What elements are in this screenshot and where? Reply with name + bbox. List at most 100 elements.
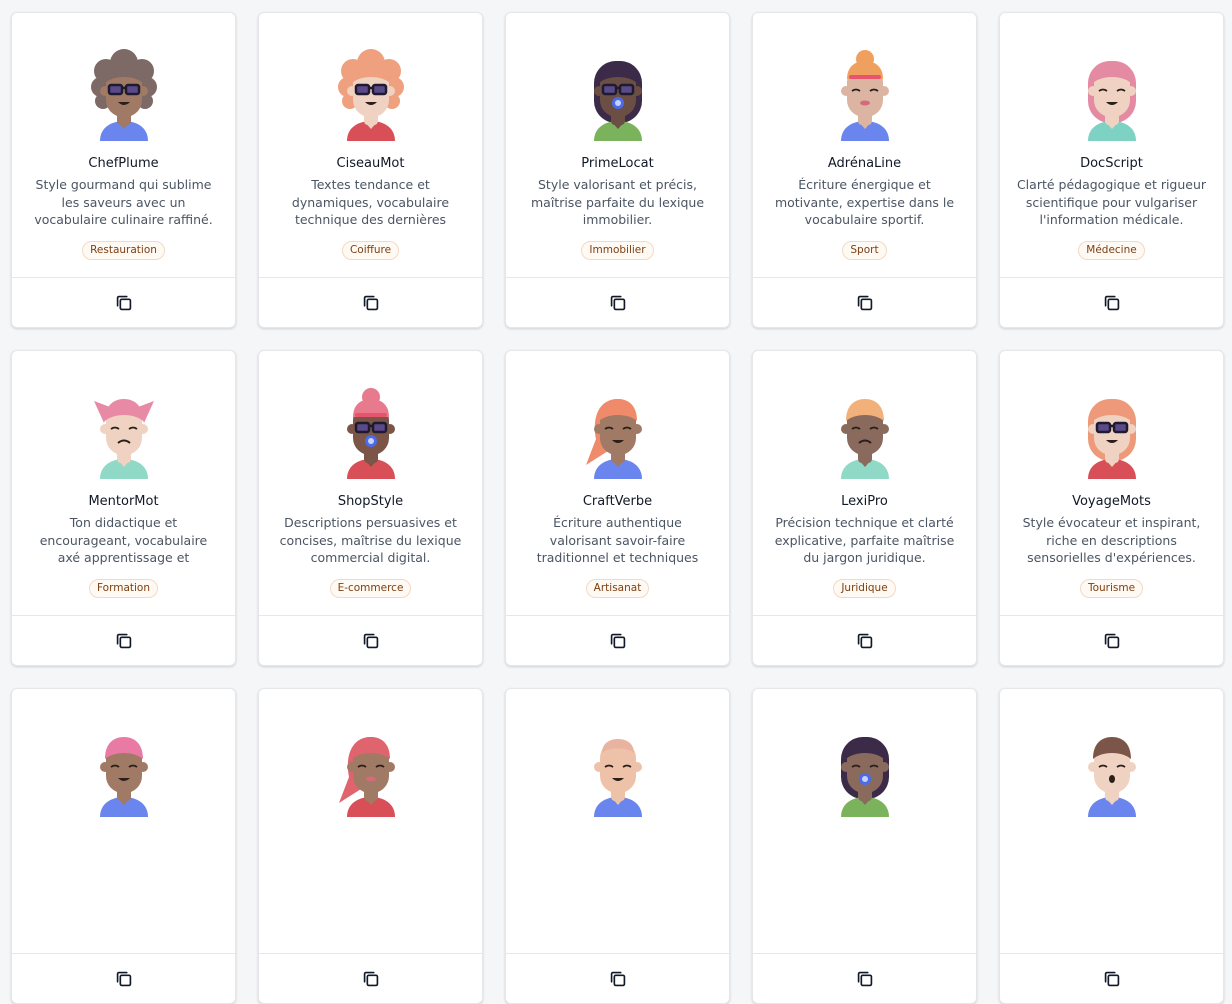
persona-description: Descriptions persuasives et concises, ma… <box>279 515 462 565</box>
copy-button[interactable] <box>259 277 482 327</box>
persona-card[interactable]: DocScript Clarté pédagogique et rigueur … <box>999 12 1224 328</box>
copy-icon <box>363 633 378 648</box>
copy-button[interactable] <box>259 615 482 665</box>
copy-icon <box>857 633 872 648</box>
persona-card[interactable] <box>999 688 1224 1004</box>
avatar-icon <box>585 399 642 479</box>
persona-description: Écriture énergique et motivante, experti… <box>774 177 955 227</box>
copy-button[interactable] <box>1000 615 1223 665</box>
category-tag: Médecine <box>1078 241 1145 260</box>
persona-card[interactable]: MentorMot Ton didactique et encourageant… <box>11 350 236 666</box>
persona-name: CiseauMot <box>336 156 405 171</box>
copy-button[interactable] <box>12 277 235 327</box>
persona-card[interactable]: ShopStyle Descriptions persuasives et co… <box>258 350 483 666</box>
copy-icon <box>116 633 131 648</box>
persona-description: Style valorisant et précis, maîtrise par… <box>530 177 705 227</box>
copy-button[interactable] <box>753 277 976 327</box>
category-tag: Tourisme <box>1079 579 1144 598</box>
copy-button[interactable] <box>506 277 729 327</box>
card-body: PrimeLocat Style valorisant et précis, m… <box>506 13 729 277</box>
avatar-icon <box>93 399 154 479</box>
card-body: MentorMot Ton didactique et encourageant… <box>12 351 235 615</box>
category-tag: Restauration <box>82 241 165 260</box>
copy-icon <box>116 295 131 310</box>
persona-card[interactable]: VoyageMots Style évocateur et inspirant,… <box>999 350 1224 666</box>
persona-description: Style gourmand qui sublime les saveurs a… <box>34 177 213 227</box>
avatar-icon <box>1087 399 1136 479</box>
persona-name: ShopStyle <box>337 494 404 509</box>
card-body: CraftVerbe Écriture authentique valorisa… <box>506 351 729 615</box>
avatar-icon <box>337 49 404 141</box>
copy-button[interactable] <box>753 615 976 665</box>
copy-button[interactable] <box>506 615 729 665</box>
category-tag: Coiffure <box>341 241 400 260</box>
avatar-icon <box>1087 737 1136 817</box>
copy-icon <box>363 295 378 310</box>
persona-name: VoyageMots <box>1072 494 1151 509</box>
persona-card[interactable] <box>258 688 483 1004</box>
avatar-icon <box>593 739 642 817</box>
copy-button[interactable] <box>1000 277 1223 327</box>
copy-button[interactable] <box>259 953 482 1003</box>
persona-card[interactable]: CraftVerbe Écriture authentique valorisa… <box>505 350 730 666</box>
category-tag: Formation <box>89 579 158 598</box>
avatar-icon <box>840 50 889 141</box>
copy-icon <box>363 971 378 986</box>
copy-button[interactable] <box>12 615 235 665</box>
card-body <box>753 689 976 953</box>
persona-description: Ton didactique et encourageant, vocabula… <box>39 515 208 565</box>
card-body <box>12 689 235 953</box>
copy-icon <box>1104 295 1119 310</box>
card-body: ShopStyle Descriptions persuasives et co… <box>259 351 482 615</box>
copy-button[interactable] <box>1000 953 1223 1003</box>
card-body: DocScript Clarté pédagogique et rigueur … <box>1000 13 1223 277</box>
avatar-icon <box>840 399 889 479</box>
copy-icon <box>857 295 872 310</box>
persona-description: Écriture authentique valorisant savoir-f… <box>536 515 699 565</box>
copy-button[interactable] <box>506 953 729 1003</box>
persona-name: MentorMot <box>88 494 159 509</box>
persona-card[interactable]: ChefPlume Style gourmand qui sublime les… <box>11 12 236 328</box>
category-tag: Artisanat <box>585 579 650 598</box>
card-body: ChefPlume Style gourmand qui sublime les… <box>12 13 235 277</box>
persona-name: CraftVerbe <box>582 494 653 509</box>
copy-icon <box>610 295 625 310</box>
persona-name: PrimeLocat <box>581 156 654 171</box>
category-tag: Sport <box>842 241 887 260</box>
persona-card[interactable]: CiseauMot Textes tendance et dynamiques,… <box>258 12 483 328</box>
copy-icon <box>610 633 625 648</box>
avatar-icon <box>99 737 148 817</box>
persona-name: DocScript <box>1080 156 1143 171</box>
avatar-icon <box>593 61 642 141</box>
avatar-icon <box>1087 61 1136 141</box>
persona-description: Textes tendance et dynamiques, vocabulai… <box>291 177 450 227</box>
card-body <box>506 689 729 953</box>
category-tag: E-commerce <box>329 579 412 598</box>
persona-description: Précision technique et clarté explicativ… <box>774 515 955 565</box>
avatar-icon <box>840 737 889 817</box>
persona-name: AdrénaLine <box>827 156 902 171</box>
copy-icon <box>857 971 872 986</box>
persona-card[interactable] <box>752 688 977 1004</box>
card-body: VoyageMots Style évocateur et inspirant,… <box>1000 351 1223 615</box>
card-body: AdrénaLine Écriture énergique et motivan… <box>753 13 976 277</box>
persona-grid: ChefPlume Style gourmand qui sublime les… <box>11 12 1224 1004</box>
persona-card[interactable] <box>11 688 236 1004</box>
copy-icon <box>1104 633 1119 648</box>
copy-button[interactable] <box>753 953 976 1003</box>
copy-button[interactable] <box>12 953 235 1003</box>
persona-card[interactable]: PrimeLocat Style valorisant et précis, m… <box>505 12 730 328</box>
category-tag: Juridique <box>833 579 896 598</box>
card-body: LexiPro Précision technique et clarté ex… <box>753 351 976 615</box>
card-body <box>259 689 482 953</box>
avatar-icon <box>346 388 395 479</box>
persona-card[interactable]: LexiPro Précision technique et clarté ex… <box>752 350 977 666</box>
card-body: CiseauMot Textes tendance et dynamiques,… <box>259 13 482 277</box>
copy-icon <box>610 971 625 986</box>
persona-description: Clarté pédagogique et rigueur scientifiq… <box>1016 177 1207 227</box>
persona-card[interactable] <box>505 688 730 1004</box>
copy-icon <box>1104 971 1119 986</box>
persona-name: LexiPro <box>841 494 888 509</box>
persona-card[interactable]: AdrénaLine Écriture énergique et motivan… <box>752 12 977 328</box>
avatar-icon <box>338 737 395 817</box>
